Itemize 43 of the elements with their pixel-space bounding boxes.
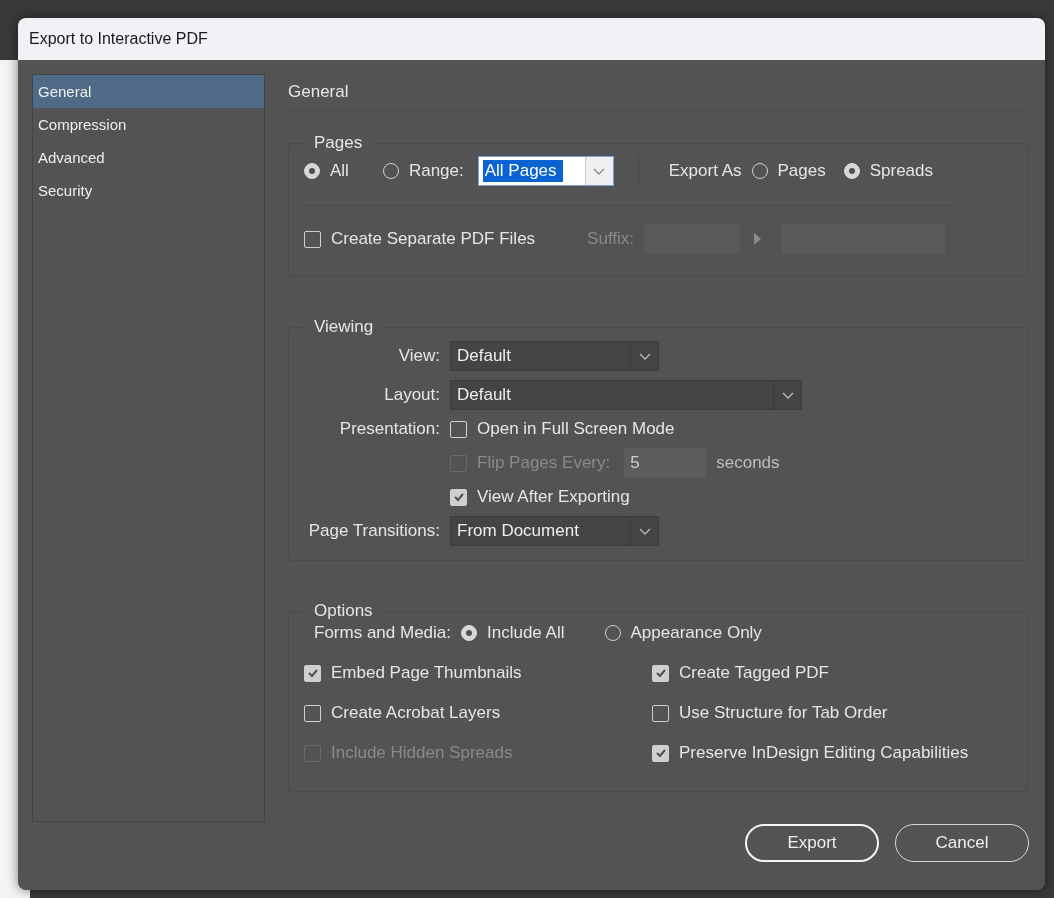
checkbox-label: Embed Page Thumbnails	[331, 663, 522, 683]
sidebar-item[interactable]: Security	[33, 174, 264, 207]
group-title: Options	[313, 601, 374, 621]
window-title: Export to Interactive PDF	[29, 30, 208, 48]
layout-label: Layout:	[383, 385, 440, 405]
radio-label: Range:	[408, 161, 464, 181]
radio-label: Spreads	[869, 161, 934, 181]
checkbox-label: Create Acrobat Layers	[331, 703, 501, 723]
sidebar-item[interactable]: Compression	[33, 108, 264, 141]
export-button[interactable]: Export	[745, 824, 879, 862]
checkbox-label: Preserve InDesign Editing Capabilities	[679, 743, 969, 763]
section-heading: General	[288, 74, 1028, 111]
group-title: Viewing	[313, 317, 375, 337]
radio-label: All	[330, 161, 349, 181]
radio-button[interactable]	[304, 163, 320, 179]
sidebar-item[interactable]: Advanced	[33, 141, 264, 174]
sidebar-item[interactable]: General	[33, 75, 264, 108]
export-as-label: Export As	[668, 161, 742, 181]
checkbox-label: Create Separate PDF Files	[331, 229, 536, 249]
radio-label: Pages	[777, 161, 826, 181]
caret-icon	[781, 391, 794, 399]
caret-icon	[638, 527, 651, 535]
layout-dropdown[interactable]: Default	[450, 380, 802, 410]
page-transitions-label: Page Transitions:	[307, 521, 440, 541]
radio-label: Appearance Only	[630, 623, 762, 643]
presentation-label: Presentation:	[338, 419, 440, 439]
caret-icon	[593, 167, 606, 175]
checkbox-label: Open in Full Screen Mode	[477, 419, 675, 439]
view-dropdown[interactable]: Default	[450, 341, 659, 371]
forms-and-media-label: Forms and Media:	[314, 623, 451, 643]
page-transitions-dropdown[interactable]: From Document	[450, 516, 659, 546]
radio-button[interactable]	[843, 163, 860, 179]
checkbox-label: Use Structure for Tab Order	[679, 703, 888, 723]
group-title: Pages	[313, 133, 364, 153]
seconds-label: seconds	[716, 453, 780, 473]
checkbox-label: Create Tagged PDF	[679, 663, 829, 683]
view-label: View:	[397, 346, 440, 366]
triangle-right-icon	[754, 233, 762, 245]
range-combo-field[interactable]: All Pages	[477, 156, 614, 186]
checkbox-label: View After Exporting	[477, 487, 630, 507]
radio-label: Include All	[487, 623, 565, 643]
radio-button[interactable]	[461, 625, 477, 641]
caret-icon	[638, 352, 651, 360]
